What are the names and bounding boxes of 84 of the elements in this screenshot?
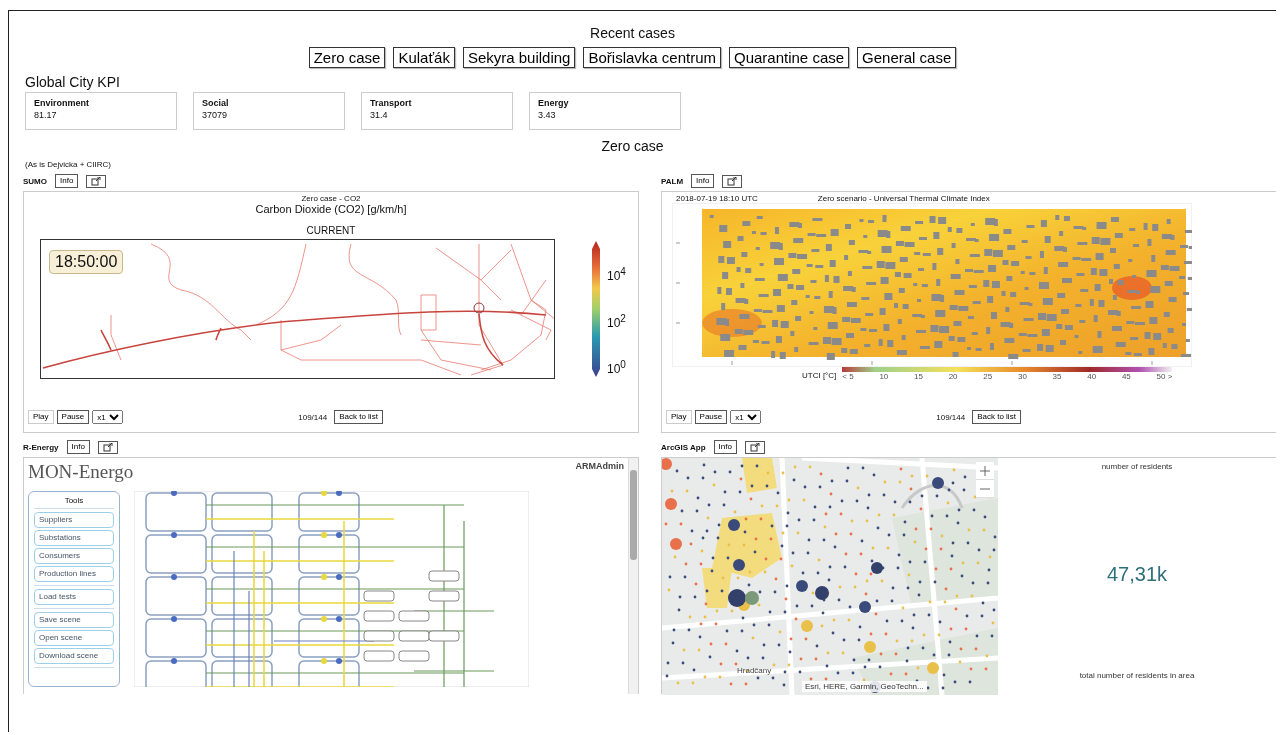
legend-tick: 10 bbox=[879, 372, 889, 381]
case-button[interactable]: Zero case bbox=[308, 47, 386, 68]
play-button[interactable]: Play bbox=[666, 410, 692, 424]
external-link-button[interactable] bbox=[97, 440, 118, 454]
plus-icon bbox=[980, 465, 990, 476]
back-to-list-button[interactable]: Back to list bbox=[972, 410, 1021, 424]
frame-counter: 109/144 bbox=[936, 412, 966, 422]
kpi-label: Environment bbox=[34, 98, 90, 108]
external-link-button[interactable] bbox=[744, 440, 765, 454]
tool-button[interactable]: Download scene bbox=[34, 648, 114, 664]
metric-caption: total number of residents in area bbox=[1079, 671, 1195, 680]
map-attribution: Esri, HERE, Garmin, GeoTechn... bbox=[802, 681, 927, 692]
case-button[interactable]: Kulaťák bbox=[393, 47, 455, 68]
tool-button[interactable]: Load tests bbox=[34, 589, 114, 605]
panel-title: R-Energy bbox=[23, 442, 59, 452]
external-link-icon bbox=[102, 442, 113, 452]
external-link-button[interactable] bbox=[722, 174, 743, 188]
panel-title: SUMO bbox=[23, 176, 47, 186]
recent-cases-title: Recent cases bbox=[590, 25, 675, 41]
legend-tick: 30 bbox=[1017, 372, 1027, 381]
timestamp: 2018-07-19 18:10 UTC bbox=[676, 194, 758, 203]
view-label: CURRENT bbox=[305, 225, 357, 236]
colorbar-tick: 10$^{2}$ bbox=[607, 312, 626, 330]
speed-select[interactable]: x1 bbox=[730, 410, 762, 424]
play-button[interactable]: Play bbox=[28, 410, 54, 424]
pause-button[interactable]: Pause bbox=[56, 410, 90, 424]
minus-icon bbox=[980, 487, 990, 490]
panel-title: ArcGIS App bbox=[661, 442, 706, 452]
legend-tick: 35 bbox=[1052, 372, 1062, 381]
legend-tick: 20 bbox=[948, 372, 958, 381]
case-button[interactable]: Bořislavka centrum bbox=[583, 47, 721, 68]
legend-tick: 40 bbox=[1087, 372, 1097, 381]
scrollbar-thumb[interactable] bbox=[630, 470, 637, 560]
tool-button[interactable]: Production lines bbox=[34, 566, 114, 582]
kpi-heading: Global City KPI bbox=[25, 74, 121, 90]
chart-title: Carbon Dioxide (CO2) [g/km/h] bbox=[254, 203, 408, 215]
kpi-value: 81.17 bbox=[34, 110, 58, 120]
frame-counter: 109/144 bbox=[298, 412, 328, 422]
colorbar-tick: 10$^{0}$ bbox=[607, 359, 626, 376]
kpi-label: Social bbox=[202, 98, 230, 108]
legend-tick: < 5 bbox=[842, 372, 854, 381]
tool-button[interactable]: Substations bbox=[34, 530, 114, 546]
external-link-icon bbox=[727, 176, 738, 186]
case-button[interactable]: Sekyra building bbox=[462, 47, 576, 68]
info-button[interactable]: Info bbox=[66, 440, 90, 454]
legend-tick: 15 bbox=[914, 372, 923, 381]
kpi-value: 31.4 bbox=[370, 110, 389, 120]
tool-button[interactable]: Open scene bbox=[34, 630, 114, 646]
speed-select[interactable]: x1 bbox=[92, 410, 124, 424]
scenario-title: Zero case bbox=[600, 138, 665, 154]
info-button[interactable]: Info bbox=[55, 174, 79, 188]
legend-tick: 25 bbox=[983, 372, 993, 381]
scrollbar[interactable] bbox=[628, 458, 638, 694]
info-button[interactable]: Info bbox=[713, 440, 737, 454]
pause-button[interactable]: Pause bbox=[694, 410, 728, 424]
metric-title: number of residents bbox=[1101, 462, 1173, 471]
legend-label: UTCI [°C] bbox=[802, 370, 837, 380]
chart-subtitle: Zero case - CO2 bbox=[300, 195, 362, 203]
tool-button[interactable]: Suppliers bbox=[34, 512, 114, 528]
back-to-list-button[interactable]: Back to list bbox=[334, 410, 383, 424]
place-label: Hradčany bbox=[737, 666, 772, 675]
colorbar-tick: 10$^{4}$ bbox=[607, 266, 626, 283]
panel-title: PALM bbox=[661, 176, 684, 186]
kpi-label: Energy bbox=[538, 98, 570, 108]
metric-value: 47,31k bbox=[1106, 563, 1168, 586]
scenario-note: (As is Dejvicka + CIIRC) bbox=[25, 160, 112, 169]
info-button[interactable]: Info bbox=[691, 174, 715, 188]
kpi-value: 37079 bbox=[202, 110, 229, 120]
tools-title: Tools bbox=[34, 496, 114, 509]
legend-tick: 45 bbox=[1121, 372, 1131, 381]
chart-title: Zero scenario - Universal Thermal Climate Index bbox=[817, 194, 990, 203]
tool-button[interactable]: Consumers bbox=[34, 548, 114, 564]
kpi-label: Transport bbox=[370, 98, 413, 108]
external-link-icon bbox=[91, 176, 102, 186]
kpi-value: 3.43 bbox=[538, 110, 557, 120]
legend-tick: 50 > bbox=[1156, 372, 1173, 381]
case-button[interactable]: General case bbox=[857, 47, 957, 68]
time-badge: 18:50:00 bbox=[49, 250, 124, 274]
user-name: ARMAdmin bbox=[575, 461, 624, 471]
case-button[interactable]: Quarantine case bbox=[729, 47, 850, 68]
external-link-button[interactable] bbox=[86, 174, 107, 188]
tool-button[interactable]: Save scene bbox=[34, 612, 114, 628]
app-title: MON-Energo bbox=[28, 461, 134, 483]
external-link-icon bbox=[749, 442, 760, 452]
